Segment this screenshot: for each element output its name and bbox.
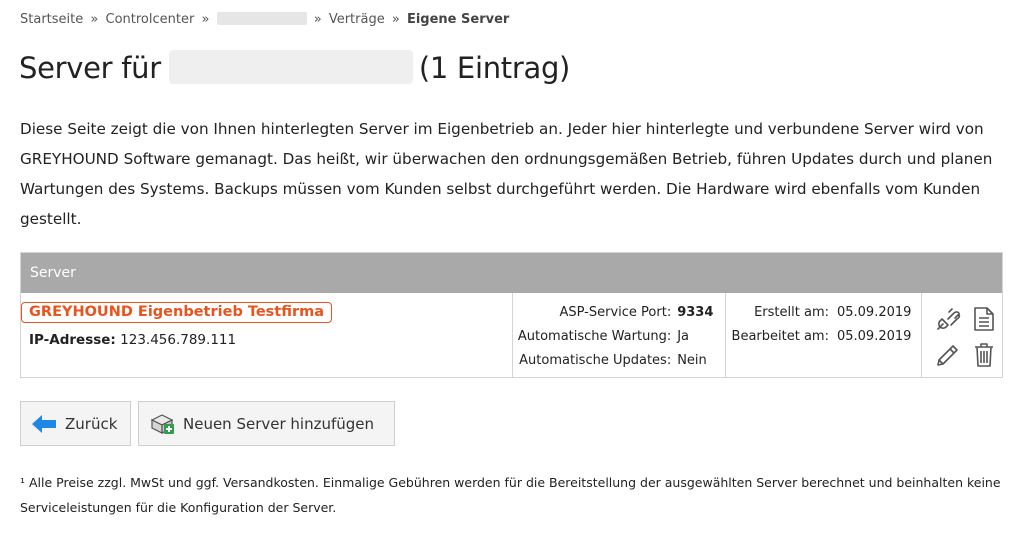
breadcrumb: Startseite » Controlcenter » » Verträge … [20, 12, 509, 27]
created-row: Erstellt am: 05.09.2019 [726, 300, 913, 324]
edited-row: Bearbeitet am: 05.09.2019 [726, 324, 913, 348]
pencil-icon[interactable] [930, 337, 966, 373]
add-server-button[interactable]: Neuen Server hinzufügen [138, 401, 395, 446]
page-title-suffix: (1 Eintrag) [418, 51, 571, 85]
back-button[interactable]: Zurück [20, 401, 131, 446]
ip-value: 123.456.789.111 [120, 332, 237, 348]
breadcrumb-separator: » [313, 12, 322, 27]
breadcrumb-controlcenter[interactable]: Controlcenter [106, 12, 195, 27]
service-cell: ASP-Service Port: 9334 Automatische Wart… [513, 293, 727, 377]
server-table: Server GREYHOUND Eigenbetrieb Testfirma … [20, 252, 1003, 378]
footnote: ¹ Alle Preise zzgl. MwSt und ggf. Versan… [20, 475, 1001, 515]
trash-icon[interactable] [966, 337, 1002, 373]
breadcrumb-separator: » [391, 12, 400, 27]
table-header: Server [21, 253, 1002, 293]
add-server-icon [149, 412, 175, 436]
auto-maintenance-label: Automatische Wartung: [517, 328, 672, 344]
breadcrumb-separator: » [201, 12, 210, 27]
intro-text: Diese Seite zeigt die von Ihnen hinterle… [20, 120, 993, 228]
auto-updates-value: Nein [677, 352, 707, 368]
auto-updates-label: Automatische Updates: [519, 352, 672, 368]
breadcrumb-home[interactable]: Startseite [20, 12, 83, 27]
server-name-cell: GREYHOUND Eigenbetrieb Testfirma IP-Adre… [21, 293, 514, 377]
auto-maintenance-value: Ja [677, 328, 690, 344]
dates-cell: Erstellt am: 05.09.2019 Bearbeitet am: 0… [726, 293, 922, 377]
breadcrumb-separator: » [90, 12, 99, 27]
breadcrumb-current: Eigene Server [406, 12, 510, 27]
created-value: 05.09.2019 [836, 304, 912, 320]
plug-icon[interactable] [930, 301, 966, 337]
back-button-label: Zurück [65, 414, 118, 433]
created-label: Erstellt am: [754, 304, 829, 320]
ip-address: IP-Adresse: 123.456.789.111 [29, 332, 512, 348]
actions-cell [922, 293, 1002, 377]
ip-label: IP-Adresse: [29, 332, 116, 348]
auto-maintenance-row: Automatische Wartung: Ja [513, 324, 717, 348]
asp-port-value: 9334 [677, 304, 714, 320]
table-row: GREYHOUND Eigenbetrieb Testfirma IP-Adre… [21, 293, 1002, 377]
edited-value: 05.09.2019 [836, 328, 912, 344]
arrow-left-icon [31, 414, 57, 434]
page-title-redacted-name [168, 50, 413, 84]
page-title-prefix: Server für [19, 51, 161, 85]
add-server-button-label: Neuen Server hinzufügen [183, 414, 375, 433]
asp-port-row: ASP-Service Port: 9334 [513, 300, 717, 324]
document-icon[interactable] [966, 301, 1002, 337]
breadcrumb-redacted [216, 12, 307, 25]
asp-port-label: ASP-Service Port: [559, 304, 672, 320]
server-name-link[interactable]: GREYHOUND Eigenbetrieb Testfirma [21, 302, 333, 323]
edited-label: Bearbeitet am: [731, 328, 829, 344]
page-title: Server für (1 Eintrag) [19, 50, 570, 85]
auto-updates-row: Automatische Updates: Nein [513, 348, 717, 372]
breadcrumb-contracts[interactable]: Verträge [329, 12, 385, 27]
button-row: Zurück Neuen Server hinzufügen [20, 401, 395, 446]
